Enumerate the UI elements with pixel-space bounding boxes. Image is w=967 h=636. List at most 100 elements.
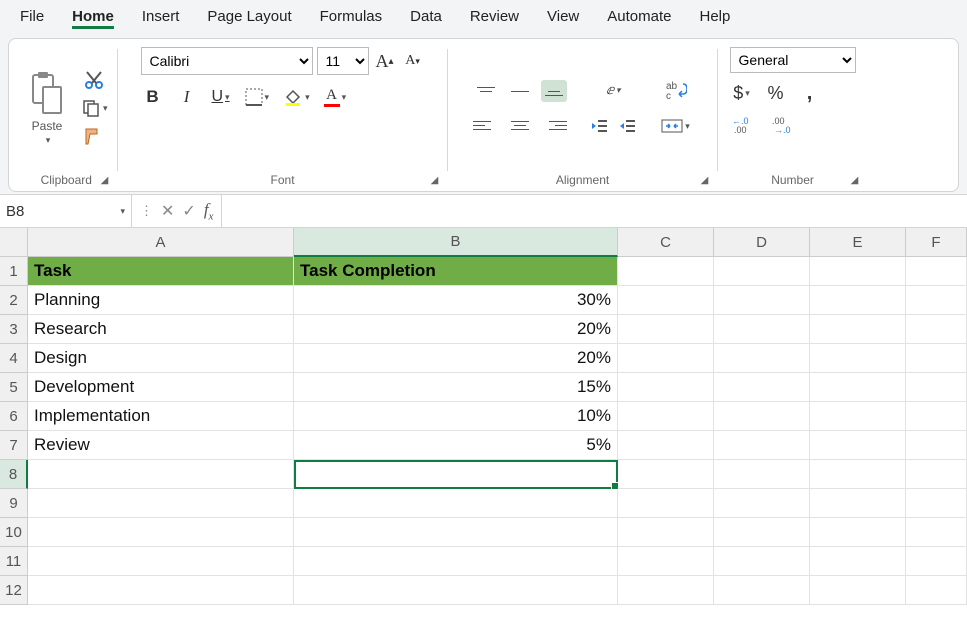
cell[interactable] xyxy=(714,489,810,518)
format-painter-button[interactable] xyxy=(81,124,107,148)
align-middle-button[interactable] xyxy=(507,80,533,102)
merge-center-button[interactable]: ▾ xyxy=(659,114,692,138)
menu-insert[interactable]: Insert xyxy=(128,2,194,31)
row-header[interactable]: 9 xyxy=(0,489,28,518)
row-header[interactable]: 2 xyxy=(0,286,28,315)
row-header[interactable]: 12 xyxy=(0,576,28,605)
cell[interactable] xyxy=(28,576,294,605)
col-header-a[interactable]: A xyxy=(28,228,294,257)
cell[interactable] xyxy=(294,518,618,547)
cell[interactable] xyxy=(294,489,618,518)
font-size-select[interactable]: 11 xyxy=(317,47,369,75)
paste-button[interactable]: Paste ▾ xyxy=(23,69,71,148)
cell[interactable] xyxy=(810,373,906,402)
alignment-launcher[interactable]: ◢ xyxy=(698,175,712,189)
cell-a2[interactable]: Planning xyxy=(28,286,294,315)
cell[interactable] xyxy=(618,576,714,605)
cell-a4[interactable]: Design xyxy=(28,344,294,373)
align-bottom-button[interactable] xyxy=(541,80,567,102)
menu-page-layout[interactable]: Page Layout xyxy=(193,2,305,31)
font-launcher[interactable]: ◢ xyxy=(428,175,442,189)
enter-formula-button[interactable]: ✓ xyxy=(182,201,195,221)
cell[interactable] xyxy=(906,576,967,605)
decrease-decimal-button[interactable]: .00→.0 xyxy=(770,113,800,137)
cell[interactable] xyxy=(906,257,967,286)
increase-indent-button[interactable] xyxy=(615,114,639,138)
cell-a3[interactable]: Research xyxy=(28,315,294,344)
cell[interactable] xyxy=(618,286,714,315)
cell[interactable] xyxy=(810,460,906,489)
menu-home[interactable]: Home xyxy=(58,2,128,31)
cell[interactable] xyxy=(906,402,967,431)
cell[interactable] xyxy=(906,547,967,576)
cell[interactable] xyxy=(28,547,294,576)
increase-decimal-button[interactable]: ←.0.00 xyxy=(730,113,760,137)
option-dots-icon[interactable]: ⋮ xyxy=(140,203,153,219)
formula-input[interactable] xyxy=(222,195,967,227)
font-name-select[interactable]: Calibri xyxy=(141,47,313,75)
cell[interactable] xyxy=(714,373,810,402)
menu-review[interactable]: Review xyxy=(456,2,533,31)
wrap-text-button[interactable]: abc xyxy=(663,78,689,102)
cell[interactable] xyxy=(810,344,906,373)
menu-help[interactable]: Help xyxy=(685,2,744,31)
cell-b1[interactable]: Task Completion xyxy=(294,257,618,286)
cancel-formula-button[interactable]: ✕ xyxy=(161,201,174,221)
cell[interactable] xyxy=(618,431,714,460)
cell[interactable] xyxy=(810,257,906,286)
cell-a5[interactable]: Development xyxy=(28,373,294,402)
row-header[interactable]: 11 xyxy=(0,547,28,576)
bold-button[interactable]: B xyxy=(141,85,165,109)
align-left-button[interactable] xyxy=(473,114,499,136)
cell[interactable] xyxy=(618,344,714,373)
decrease-indent-button[interactable] xyxy=(587,114,611,138)
cell-a8[interactable] xyxy=(28,460,294,489)
cell[interactable] xyxy=(294,547,618,576)
number-launcher[interactable]: ◢ xyxy=(848,175,862,189)
cell[interactable] xyxy=(906,286,967,315)
row-header[interactable]: 4 xyxy=(0,344,28,373)
spreadsheet-grid[interactable]: A B C D E F 1 Task Task Completion 2 Pla… xyxy=(0,228,967,605)
menu-data[interactable]: Data xyxy=(396,2,456,31)
row-header[interactable]: 5 xyxy=(0,373,28,402)
borders-button[interactable]: ▾ xyxy=(243,85,272,109)
cell[interactable] xyxy=(28,518,294,547)
cell-a6[interactable]: Implementation xyxy=(28,402,294,431)
cell[interactable] xyxy=(810,547,906,576)
percent-format-button[interactable]: % xyxy=(764,81,788,105)
cell[interactable] xyxy=(810,315,906,344)
cell[interactable] xyxy=(714,344,810,373)
cell[interactable] xyxy=(906,460,967,489)
cell[interactable] xyxy=(294,576,618,605)
name-box[interactable]: B8 ▾ xyxy=(0,195,132,227)
cell[interactable] xyxy=(714,257,810,286)
cell[interactable] xyxy=(906,431,967,460)
cell[interactable] xyxy=(810,489,906,518)
align-center-button[interactable] xyxy=(507,114,533,136)
row-header[interactable]: 1 xyxy=(0,257,28,286)
select-all-corner[interactable] xyxy=(0,228,28,257)
col-header-e[interactable]: E xyxy=(810,228,906,257)
menu-automate[interactable]: Automate xyxy=(593,2,685,31)
cell-b4[interactable]: 20% xyxy=(294,344,618,373)
cell-b6[interactable]: 10% xyxy=(294,402,618,431)
cell[interactable] xyxy=(810,431,906,460)
cell[interactable] xyxy=(28,489,294,518)
cell[interactable] xyxy=(714,518,810,547)
cell[interactable] xyxy=(906,344,967,373)
align-top-button[interactable] xyxy=(473,80,499,102)
cell[interactable] xyxy=(618,257,714,286)
cell[interactable] xyxy=(618,402,714,431)
row-header[interactable]: 10 xyxy=(0,518,28,547)
cell[interactable] xyxy=(906,315,967,344)
cell[interactable] xyxy=(714,547,810,576)
underline-button[interactable]: U▾ xyxy=(209,85,233,109)
fx-icon[interactable]: fx xyxy=(204,200,214,222)
cell-a1[interactable]: Task xyxy=(28,257,294,286)
font-color-button[interactable]: A ▾ xyxy=(322,85,349,109)
cell[interactable] xyxy=(618,460,714,489)
cell-b3[interactable]: 20% xyxy=(294,315,618,344)
cell[interactable] xyxy=(714,576,810,605)
cell[interactable] xyxy=(714,286,810,315)
row-header[interactable]: 3 xyxy=(0,315,28,344)
